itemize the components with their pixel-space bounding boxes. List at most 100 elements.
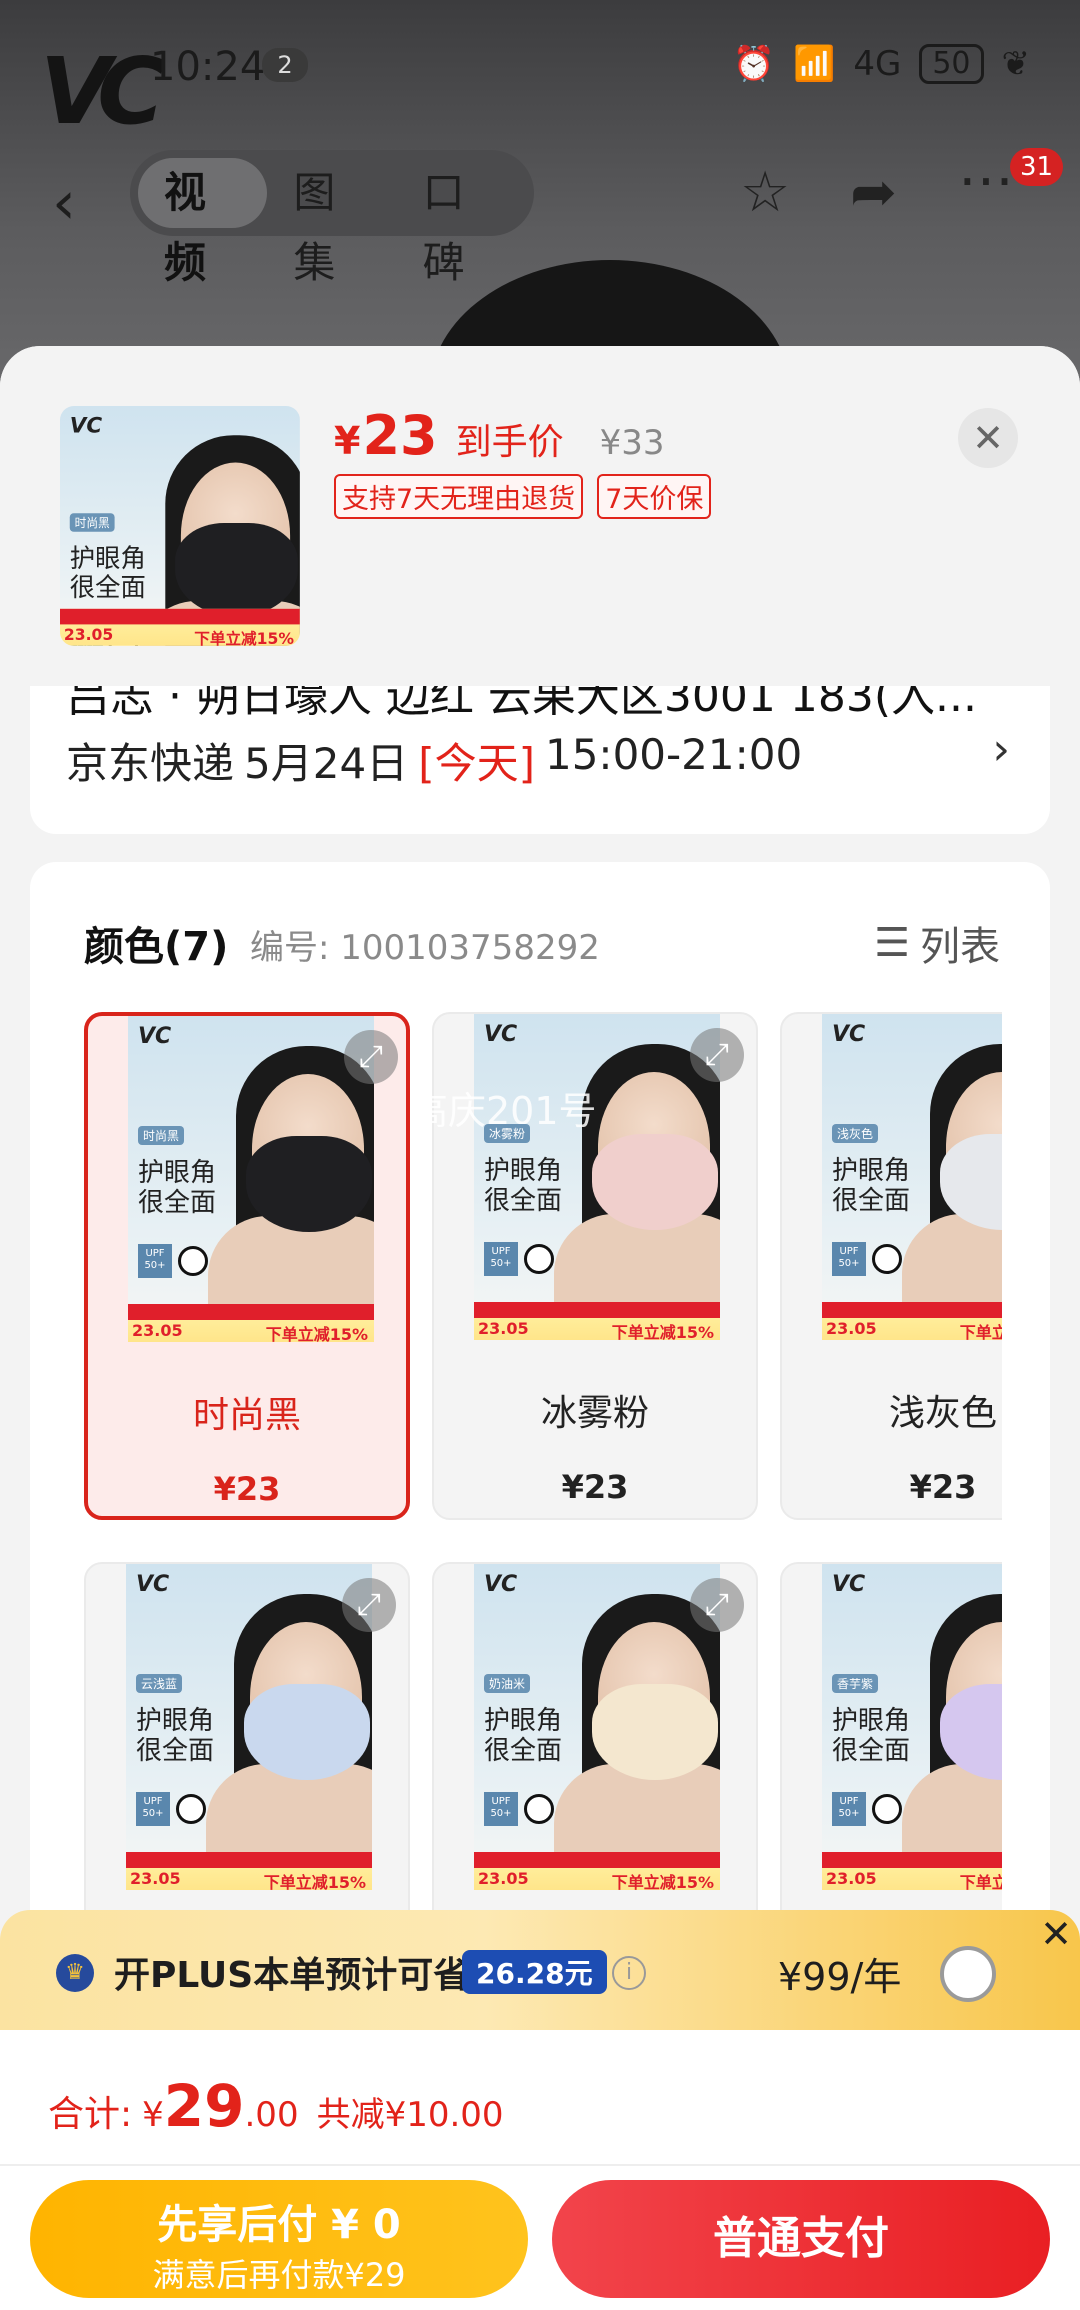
tag-return: 支持7天无理由退货 [334,474,584,519]
image-promo-band: 23.05 下单立减15% [60,608,300,646]
image-band-price: 23.05 [826,1869,877,1888]
image-band-offer: 下单立减15% [959,1323,1002,1340]
image-logo: VC [832,1572,866,1597]
plus-yearly-price: ¥99/年 [778,1955,902,1999]
delivery-carrier: 京东快递 [66,739,235,788]
delivery-line: 京东快递 5月24日 [今天] 15:00-21:00 [66,730,802,791]
message-badge: 31 [1010,148,1064,186]
color-option-name: 浅灰色 [888,1393,997,1434]
battery-indicator: 50 [919,44,984,84]
image-smile-icon [524,1244,554,1274]
plus-promo-bar[interactable]: ♛ 开PLUS本单预计可省 26.28元 i ¥99/年 ✕ [0,1910,1080,2032]
image-chip: 时尚黑 [138,1126,185,1145]
image-upf: UPF 50+ [136,1792,170,1826]
image-band-offer: 下单立减15% [194,629,294,646]
pay-button[interactable]: 普通支付 [552,2180,1050,2298]
image-line2: 很全面 [832,1736,911,1766]
total-decimal: .00 [244,2095,299,2135]
image-upf: UPF 50+ [832,1242,866,1276]
info-icon[interactable]: i [612,1956,646,1990]
tag-price-protect: 7天价保 [597,474,712,519]
close-icon[interactable]: ✕ [958,408,1018,468]
image-mask [592,1684,718,1780]
price-currency: ¥ [334,419,361,463]
status-icons: ⏰ 📶 4G 50 ❦ [733,44,1030,84]
delivery-section[interactable]: 吕志 · 朔日壕人 边红 云果大区3001 183(入... 京东快递 5月24… [30,686,1050,834]
image-smile-icon [178,1246,208,1276]
price-label: 到手价 [455,422,564,463]
delivery-time: 15:00-21:00 [544,730,803,779]
image-upf: UPF 50+ [832,1792,866,1826]
color-option-card[interactable]: VC浅灰色护眼角很全面UPF 50+23.05下单立减15%⤢浅灰色¥23 [780,1012,1002,1520]
expand-icon[interactable]: ⤢ [344,1030,398,1084]
total-label: 合计: [48,2094,133,2135]
tab-reviews[interactable]: 口碑 [397,158,526,287]
product-thumbnail[interactable]: VC 时尚黑 护眼角 很全面 UPF 50+ 23.05 下单立减15% [60,406,300,646]
expand-icon[interactable]: ⤢ [342,1578,396,1632]
list-view-toggle[interactable]: ☰ 列表 [874,914,1000,972]
image-band-price: 23.05 [132,1321,183,1340]
color-option-name: 冰雾粉 [540,1393,649,1434]
image-promo-band: 23.05 下单立减15% [474,1852,720,1890]
image-promo-band: 23.05 下单立减15% [822,1302,1002,1340]
order-total: 合计: ¥ 29 .00 共减¥10.00 [48,2072,504,2140]
image-smile-icon [176,1794,206,1824]
color-option-price: ¥23 [909,1468,977,1506]
image-mask [246,1136,372,1232]
plus-select-radio[interactable] [940,1946,996,2002]
product-image: VC 奶油米 护眼角 很全面 UPF 50+ 23.05 下单立减15% [474,1564,720,1890]
product-image: VC浅灰色护眼角很全面UPF 50+23.05下单立减15% [822,1014,1002,1340]
divider [0,2164,1080,2166]
image-chip: 浅灰色 [832,1124,879,1143]
price-value: 23 [362,404,438,467]
image-band-offer: 下单立减15% [959,1873,1002,1890]
image-logo: VC [136,1572,170,1597]
checkout-footer: 合计: ¥ 29 .00 共减¥10.00 先享后付 ¥ 0 满意后再付款¥29… [0,2030,1080,2310]
total-saved: 共减¥10.00 [316,2095,504,2135]
image-band-offer: 下单立减15% [611,1873,714,1890]
pay-later-button[interactable]: 先享后付 ¥ 0 满意后再付款¥29 [30,2180,528,2298]
wifi-icon: 📶 [792,44,836,84]
product-image: VC香芋紫护眼角很全面UPF 50+23.05下单立减15% [822,1564,1002,1890]
color-option-card[interactable]: VC 冰雾粉 护眼角 很全面 UPF 50+ 23.05 下单立减15% ⤢ 冰雾粉 ¥23 [432,1012,758,1520]
star-icon[interactable]: ☆ [740,160,790,225]
color-option-card[interactable]: VC 时尚黑 护眼角 很全面 UPF 50+ 23.05 下单立减15% ⤢ 时尚黑 ¥23 [84,1012,410,1520]
product-image: VC 冰雾粉 护眼角 很全面 UPF 50+ 23.05 下单立减15% [474,1014,720,1340]
image-logo: VC [69,413,103,439]
tab-video[interactable]: 视频 [138,158,268,287]
list-toggle-label: 列表 [920,924,1000,970]
image-smile-icon [872,1244,902,1274]
image-promo-band: 23.05 下单立减15% [126,1852,372,1890]
expand-icon[interactable]: ⤢ [690,1028,744,1082]
image-mask [592,1134,718,1230]
more-icon[interactable]: ⋯ [958,148,1014,213]
top-nav: ‹ 视频 图集 口碑 ☆ ➦ ⋯ 31 [0,148,1080,287]
image-band-price: 23.05 [63,625,114,644]
image-smile-icon [524,1794,554,1824]
image-band-price: 23.05 [478,1869,529,1888]
original-price: ¥33 [599,423,665,463]
expand-icon[interactable]: ⤢ [690,1578,744,1632]
close-icon[interactable]: ✕ [1032,1910,1080,1958]
image-chip: 时尚黑 [69,513,115,532]
delivery-date: 5月24日 [244,739,409,788]
image-promo-band: 23.05 下单立减15% [822,1852,1002,1890]
image-upf: UPF 50+ [484,1792,518,1826]
image-mask [175,523,298,617]
sheet-header: VC 时尚黑 护眼角 很全面 UPF 50+ 23.05 下单立减15% ¥ 2… [0,346,1080,676]
image-band-offer: 下单立减15% [611,1323,714,1340]
image-line2: 很全面 [484,1186,563,1216]
image-promo-band: 23.05 下单立减15% [128,1304,374,1342]
back-button[interactable]: ‹ [52,168,76,238]
color-title: 颜色(7) [84,924,229,970]
network-label: 4G [853,44,902,84]
share-icon[interactable]: ➦ [850,160,897,225]
image-logo: VC [484,1572,518,1597]
total-integer: 29 [163,2072,245,2140]
color-option-image: VC 云浅蓝 护眼角 很全面 UPF 50+ 23.05 下单立减15% [126,1564,372,1890]
chevron-right-icon[interactable]: › [992,724,1010,775]
sku-number: 编号: 100103758292 [250,928,600,968]
image-band-offer: 下单立减15% [263,1873,366,1890]
total-currency: ¥ [142,2095,164,2135]
tab-gallery[interactable]: 图集 [267,158,396,287]
